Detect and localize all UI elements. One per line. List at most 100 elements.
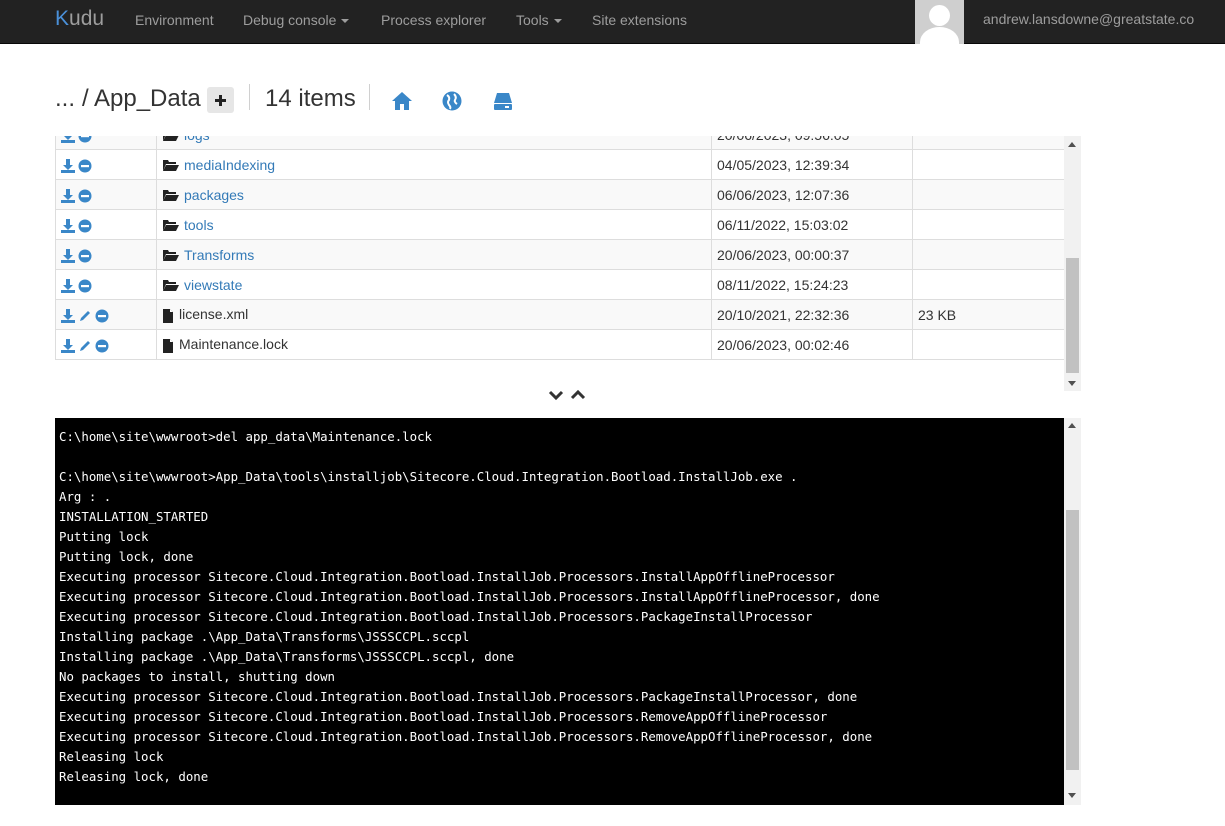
row-actions xyxy=(55,209,157,240)
file-name[interactable]: license.xml xyxy=(179,306,248,322)
chevron-up-icon[interactable] xyxy=(570,388,586,402)
chevron-down-icon[interactable] xyxy=(548,388,564,402)
console-line: No packages to install, shutting down xyxy=(59,669,336,684)
avatar-head xyxy=(929,5,950,26)
folder-link[interactable]: mediaIndexing xyxy=(184,157,275,173)
folder-link[interactable]: Transforms xyxy=(184,247,254,263)
kudu-brand-logo[interactable]: Kudu xyxy=(55,7,104,31)
globe-icon[interactable] xyxy=(441,90,463,112)
download-icon[interactable] xyxy=(61,308,75,323)
folder-open-icon xyxy=(163,250,179,262)
modified-date: 06/11/2022, 15:03:02 xyxy=(711,209,913,240)
file-size xyxy=(912,179,1065,210)
minus-circle-icon[interactable] xyxy=(78,136,92,143)
nav-tools[interactable]: Tools xyxy=(516,11,562,29)
file-size xyxy=(912,329,1065,360)
minus-circle-icon[interactable] xyxy=(95,339,109,353)
console-scrollbar-thumb[interactable] xyxy=(1066,510,1079,770)
folder-open-icon xyxy=(163,136,179,142)
item-count: 14 items xyxy=(265,85,356,112)
file-size xyxy=(912,239,1065,270)
file-name-cell: logs xyxy=(156,136,712,150)
row-actions xyxy=(55,239,157,270)
file-icon xyxy=(163,308,173,323)
row-actions xyxy=(55,299,157,330)
console-line: Putting lock xyxy=(59,529,149,544)
folder-link[interactable]: viewstate xyxy=(184,277,242,293)
table-row: mediaIndexing 04/05/2023, 12:39:34 xyxy=(55,149,1065,180)
table-row: Maintenance.lock 20/06/2023, 00:02:46 xyxy=(55,329,1065,360)
nav-environment[interactable]: Environment xyxy=(135,11,214,29)
modified-date: 20/10/2021, 22:32:36 xyxy=(711,299,913,330)
pencil-icon[interactable] xyxy=(78,309,92,323)
avatar-shoulders xyxy=(920,27,959,44)
file-icon xyxy=(163,338,173,353)
breadcrumb-ellipsis[interactable]: ... xyxy=(55,84,75,114)
console-line: Releasing lock, done xyxy=(59,769,209,784)
download-icon[interactable] xyxy=(61,278,75,293)
home-icon[interactable] xyxy=(391,90,413,112)
minus-circle-icon[interactable] xyxy=(78,189,92,203)
minus-circle-icon[interactable] xyxy=(78,219,92,233)
nav-tools-label: Tools xyxy=(516,12,549,28)
scroll-up-arrow-icon[interactable] xyxy=(1068,423,1076,428)
nav-debug-console-label: Debug console xyxy=(243,12,337,28)
row-actions xyxy=(55,179,157,210)
console-line: Executing processor Sitecore.Cloud.Integ… xyxy=(59,729,873,744)
nav-site-extensions[interactable]: Site extensions xyxy=(592,11,687,29)
nav-debug-console[interactable]: Debug console xyxy=(243,11,350,29)
file-name[interactable]: Maintenance.lock xyxy=(179,336,288,352)
folder-open-icon xyxy=(163,220,179,232)
table-row: license.xml 20/10/2021, 22:32:36 23 KB xyxy=(55,299,1065,330)
console-line: Putting lock, done xyxy=(59,549,194,564)
console-line: Installing package .\App_Data\Transforms… xyxy=(59,649,515,664)
console-line: C:\home\site\wwwroot>del app_data\Mainte… xyxy=(59,429,432,444)
add-button[interactable] xyxy=(207,87,234,113)
top-navbar: Kudu Environment Debug console Process e… xyxy=(0,0,1225,44)
download-icon[interactable] xyxy=(61,136,75,143)
folder-open-icon xyxy=(163,160,179,172)
debug-console-output[interactable]: C:\home\site\wwwroot>del app_data\Mainte… xyxy=(55,418,1064,805)
row-actions xyxy=(55,269,157,300)
file-size: 23 KB xyxy=(912,299,1065,330)
console-line: C:\home\site\wwwroot>App_Data\tools\inst… xyxy=(59,469,798,484)
user-email[interactable]: andrew.lansdowne@greatstate.co xyxy=(983,11,1194,27)
nav-process-explorer[interactable]: Process explorer xyxy=(381,11,486,29)
row-actions xyxy=(55,136,157,150)
minus-circle-icon[interactable] xyxy=(95,309,109,323)
file-name-cell: tools xyxy=(156,209,712,240)
pencil-icon[interactable] xyxy=(78,339,92,353)
folder-link[interactable]: logs xyxy=(184,136,210,143)
scroll-down-arrow-icon[interactable] xyxy=(1068,381,1076,386)
folder-open-icon xyxy=(163,280,179,292)
table-row: logs 20/06/2023, 09:56:05 xyxy=(55,136,1065,150)
modified-date: 04/05/2023, 12:39:34 xyxy=(711,149,913,180)
minus-circle-icon[interactable] xyxy=(78,249,92,263)
chevron-down-icon xyxy=(553,19,562,24)
download-icon[interactable] xyxy=(61,248,75,263)
table-row: packages 06/06/2023, 12:07:36 xyxy=(55,179,1065,210)
console-line: Arg : . xyxy=(59,489,112,504)
scroll-up-arrow-icon[interactable] xyxy=(1068,142,1076,147)
file-name-cell: mediaIndexing xyxy=(156,149,712,180)
row-actions xyxy=(55,149,157,180)
folder-open-icon xyxy=(163,190,179,202)
download-icon[interactable] xyxy=(61,158,75,173)
file-scrollbar-thumb[interactable] xyxy=(1066,258,1079,373)
download-icon[interactable] xyxy=(61,338,75,353)
file-name-cell: packages xyxy=(156,179,712,210)
download-icon[interactable] xyxy=(61,188,75,203)
minus-circle-icon[interactable] xyxy=(78,279,92,293)
folder-link[interactable]: tools xyxy=(184,217,214,233)
user-avatar[interactable] xyxy=(915,0,964,44)
scroll-down-arrow-icon[interactable] xyxy=(1068,793,1076,798)
drive-icon[interactable] xyxy=(492,90,514,112)
table-row: Transforms 20/06/2023, 00:00:37 xyxy=(55,239,1065,270)
folder-link[interactable]: packages xyxy=(184,187,244,203)
modified-date: 20/06/2023, 09:56:05 xyxy=(711,136,913,150)
file-name-cell: Maintenance.lock xyxy=(156,329,712,360)
download-icon[interactable] xyxy=(61,218,75,233)
minus-circle-icon[interactable] xyxy=(78,159,92,173)
file-size xyxy=(912,136,1065,150)
table-row: tools 06/11/2022, 15:03:02 xyxy=(55,209,1065,240)
